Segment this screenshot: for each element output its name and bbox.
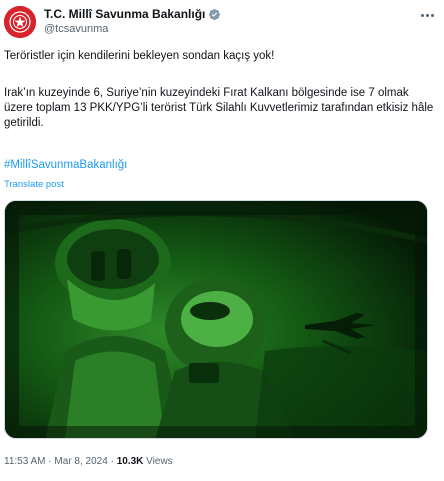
meta-separator: · [110,456,114,467]
post-time[interactable]: 11:53 AM [4,456,46,467]
display-name[interactable]: T.C. Millî Savunma Bakanlığı [44,7,205,21]
views-label: Views [146,456,173,467]
post-date[interactable]: Mar 8, 2024 [54,456,107,467]
post-header: T.C. Millî Savunma Bakanlığı @tcsavunma [4,6,440,42]
post-text-line1: Teröristler için kendilerini bekleyen so… [4,50,275,62]
night-vision-pilots-image [5,201,427,438]
post-media-image[interactable] [4,200,428,439]
post-meta: 11:53 AM · Mar 8, 2024 · 10.3K Views [4,456,173,467]
account-handle[interactable]: @tcsavunma [44,23,108,35]
name-row: T.C. Millî Savunma Bakanlığı [44,7,221,21]
post-text-paragraph: Irak’ın kuzeyinde 6, Suriye’nin kuzeyind… [4,87,434,129]
translate-post-link[interactable]: Translate post [4,179,64,190]
ministry-emblem-icon [4,6,36,38]
meta-separator: · [48,456,52,467]
more-options-icon[interactable] [418,8,436,22]
verified-badge-icon [208,8,221,21]
views-count: 10.3K [116,456,144,467]
avatar[interactable] [4,6,36,38]
hashtag-link[interactable]: #MillîSavunmaBakanlığı [4,159,127,171]
